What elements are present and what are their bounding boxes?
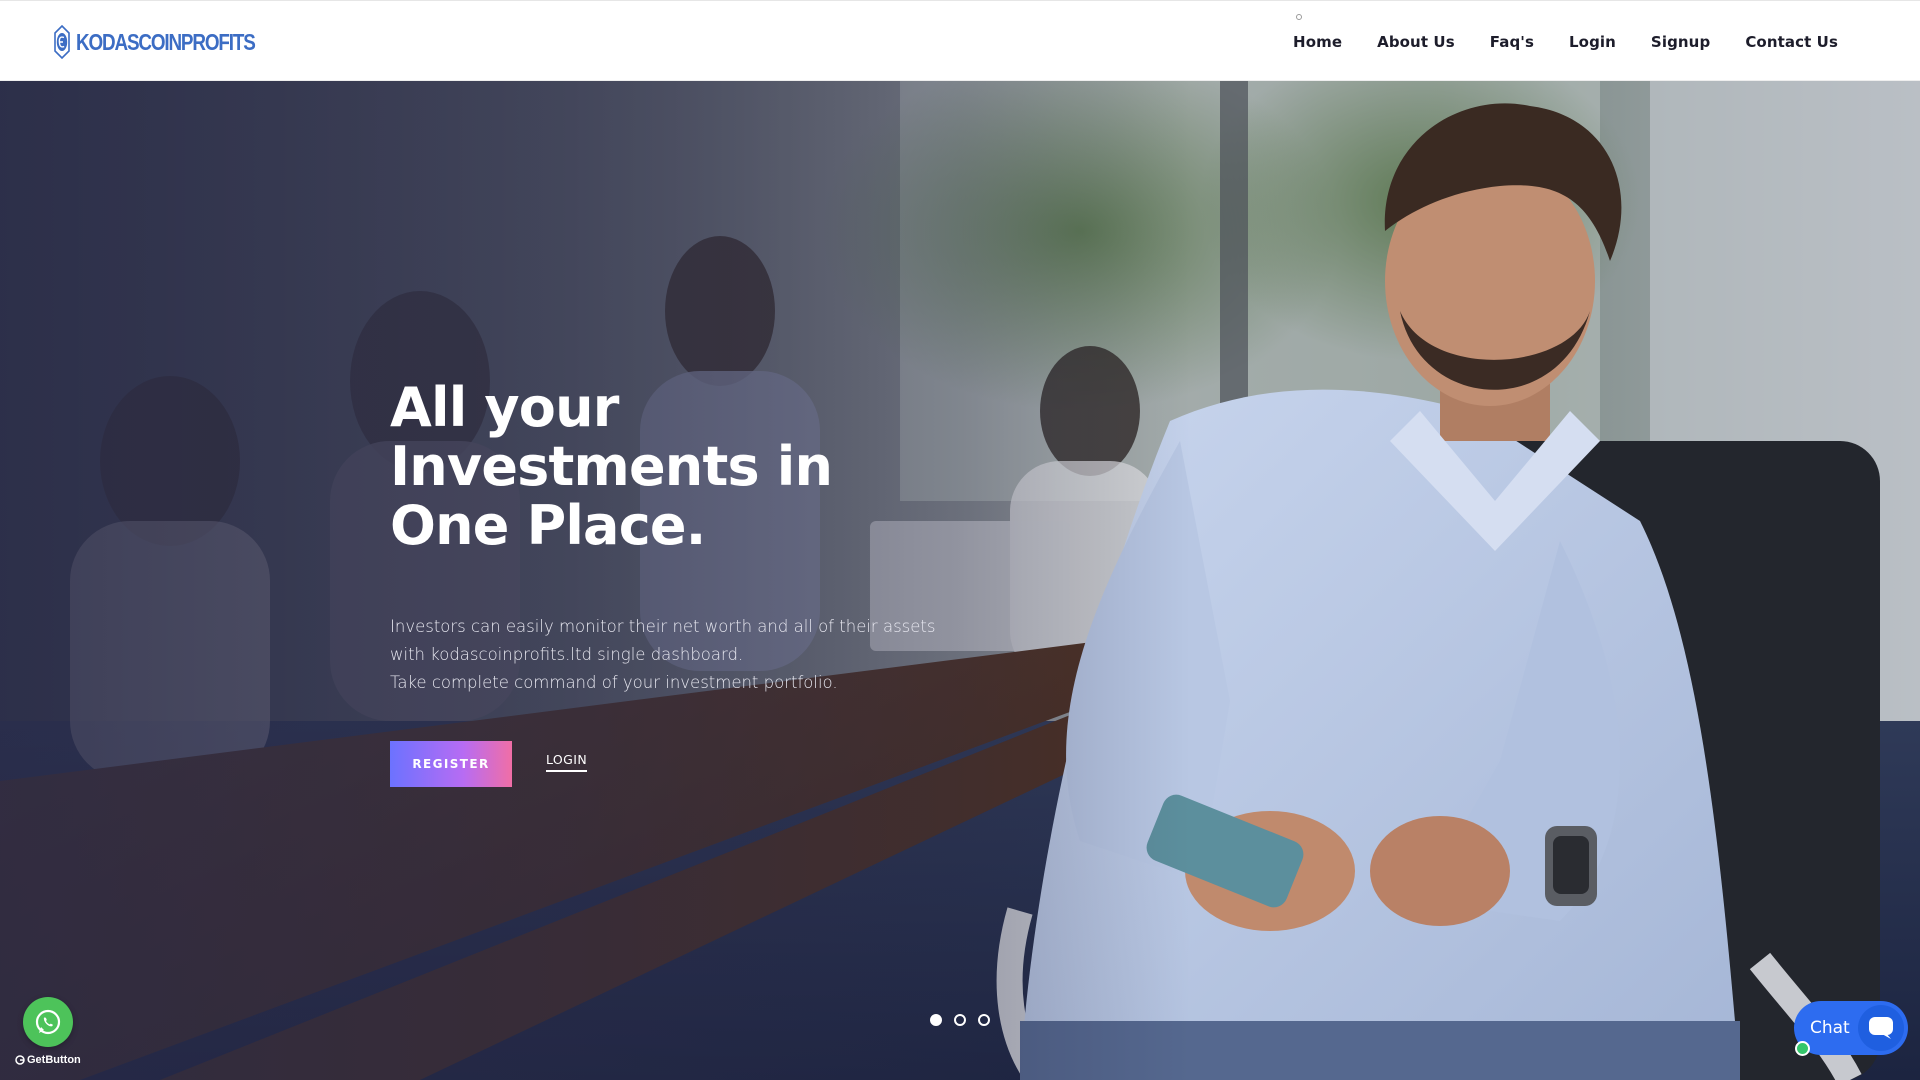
chat-bubble-icon	[1858, 1005, 1904, 1051]
register-button[interactable]: REGISTER	[390, 741, 512, 787]
carousel-dot-2[interactable]	[954, 1014, 966, 1026]
chat-widget-button[interactable]: Chat	[1794, 1001, 1908, 1055]
hero-section: All your Investments in One Place. Inves…	[0, 81, 1920, 1080]
main-nav: Home About Us Faq's Login Signup Contact…	[1258, 1, 1838, 82]
getbutton-logo-icon	[15, 1055, 25, 1065]
site-header: KODASCOINPROFITS Home About Us Faq's Log…	[0, 0, 1920, 81]
nav-signup[interactable]: Signup	[1651, 33, 1710, 51]
hero-actions: REGISTER LOGIN	[390, 741, 1090, 787]
hero-content: All your Investments in One Place. Inves…	[390, 378, 1090, 787]
getbutton-label: GetButton	[27, 1054, 81, 1066]
getbutton-credit[interactable]: GetButton	[15, 1054, 81, 1066]
hero-title: All your Investments in One Place.	[390, 376, 833, 557]
nav-contact-us[interactable]: Contact Us	[1745, 33, 1838, 51]
nav-about-us[interactable]: About Us	[1377, 33, 1455, 51]
carousel-dot-1[interactable]	[930, 1014, 942, 1026]
nav-login[interactable]: Login	[1569, 33, 1616, 51]
hero-description-line-1: Investors can easily monitor their net w…	[390, 617, 936, 664]
brand-logo[interactable]: KODASCOINPROFITS	[52, 25, 294, 59]
carousel-dot-3[interactable]	[978, 1014, 990, 1026]
nav-faqs[interactable]: Faq's	[1490, 33, 1534, 51]
hero-description: Investors can easily monitor their net w…	[390, 613, 950, 697]
online-status-indicator	[1795, 1041, 1810, 1056]
nav-home[interactable]: Home	[1293, 33, 1342, 51]
hero-login-link[interactable]: LOGIN	[546, 752, 588, 772]
brand-name: KODASCOINPROFITS	[76, 28, 256, 55]
whatsapp-button[interactable]	[23, 997, 73, 1047]
hero-description-line-2: Take complete command of your investment…	[390, 673, 838, 692]
chat-label: Chat	[1810, 1018, 1850, 1038]
coin-logo-icon	[54, 25, 70, 59]
carousel-indicators	[930, 1014, 990, 1026]
whatsapp-icon	[35, 1009, 61, 1035]
